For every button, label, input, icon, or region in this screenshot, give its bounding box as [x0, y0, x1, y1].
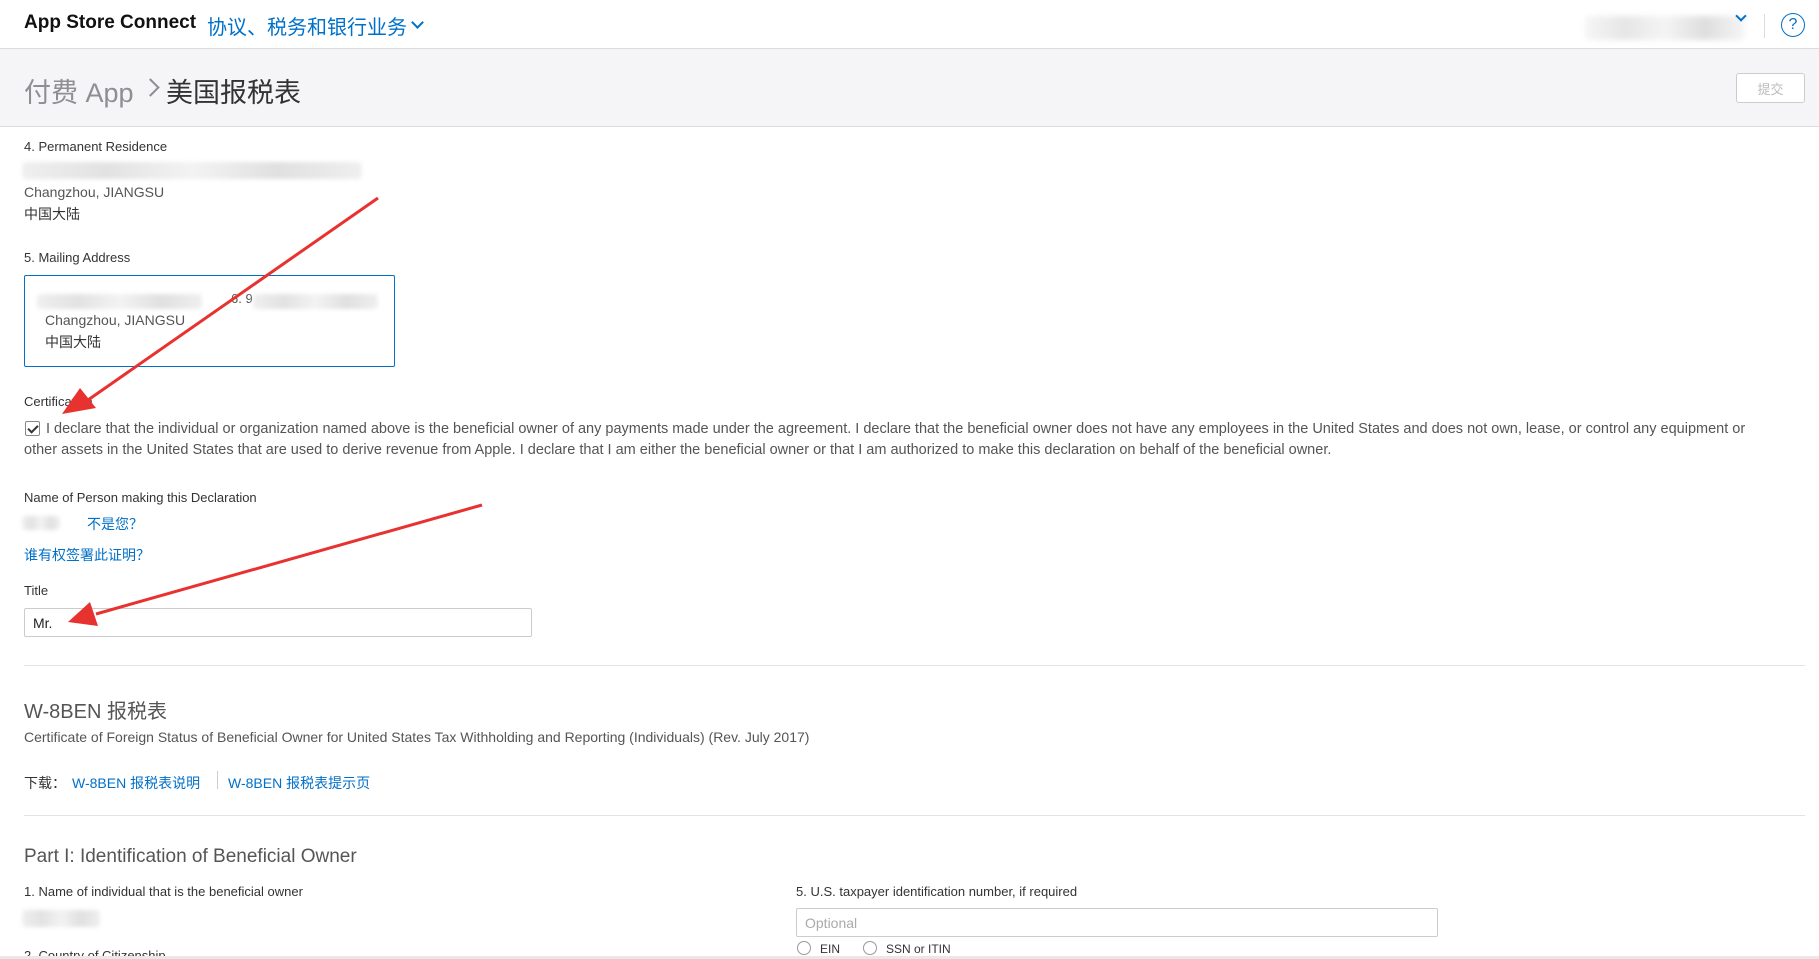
user-account-name-redacted[interactable] [1585, 16, 1745, 40]
mailing-address-box[interactable]: 6. 9 Changzhou, JIANGSU 中国大陆 [24, 275, 395, 367]
chevron-right-icon [141, 78, 160, 97]
section-divider-2 [24, 815, 1805, 816]
topbar-divider [1764, 14, 1765, 38]
who-can-sign-link[interactable]: 谁有权签署此证明？ [24, 545, 150, 565]
not-you-link[interactable]: 不是您？ [87, 514, 143, 534]
part1-heading: Part I: Identification of Beneficial Own… [24, 846, 357, 867]
mailing-address-label: 5. Mailing Address [24, 250, 131, 265]
page-header: 付费 App 美国报税表 提交 [0, 49, 1819, 127]
w8ben-heading: W-8BEN 报税表 [24, 701, 167, 723]
mailing-address-street-redacted [37, 294, 202, 309]
ssn-itin-radio-label: SSN or ITIN [886, 942, 951, 956]
breadcrumb-paid-apps[interactable]: 付费 App [24, 71, 134, 110]
certification-label: Certification [24, 394, 93, 409]
mailing-address-city: Changzhou, JIANGSU [45, 312, 186, 328]
mailing-address-street-redacted-2 [253, 294, 378, 309]
ssn-itin-radio[interactable] [863, 941, 877, 955]
beneficial-owner-name-label: 1. Name of individual that is the benefi… [24, 884, 303, 899]
mailing-address-country: 中国大陆 [45, 334, 101, 350]
permanent-residence-label: 4. Permanent Residence [24, 139, 168, 154]
link-separator [217, 771, 218, 789]
mailing-address-fragment: 6. 9 [231, 291, 253, 306]
permanent-residence-city: Changzhou, JIANGSU [24, 184, 165, 200]
w8ben-tips-link[interactable]: W-8BEN 报税表提示页 [228, 773, 370, 793]
section-menu-button[interactable]: 协议、税务和银行业务 [207, 11, 424, 40]
declarant-name-redacted [22, 516, 60, 530]
permanent-residence-street-redacted [22, 162, 362, 179]
ein-radio[interactable] [797, 941, 811, 955]
help-icon[interactable]: ? [1781, 13, 1805, 37]
title-field-label: Title [24, 583, 49, 598]
top-navigation-bar: App Store Connect 协议、税务和银行业务 ? [0, 0, 1819, 49]
ein-radio-label: EIN [820, 942, 841, 956]
beneficial-owner-name-redacted [22, 910, 100, 927]
declaration-name-label: Name of Person making this Declaration [24, 490, 257, 505]
w8ben-subtitle: Certificate of Foreign Status of Benefic… [24, 729, 810, 745]
us-tin-input[interactable] [796, 908, 1438, 937]
certification-text: I declare that the individual or organiz… [24, 421, 1746, 458]
submit-button[interactable]: 提交 [1736, 73, 1805, 103]
page-title: 美国报税表 [166, 78, 301, 108]
permanent-residence-country: 中国大陆 [24, 206, 80, 222]
download-label: 下载： [24, 775, 66, 791]
section-menu-label: 协议、税务和银行业务 [207, 17, 407, 39]
chevron-down-icon [411, 16, 424, 29]
w8ben-instructions-link[interactable]: W-8BEN 报税表说明 [72, 773, 200, 793]
section-divider [24, 665, 1805, 666]
app-store-connect-logo[interactable]: App Store Connect [24, 12, 196, 34]
title-input[interactable] [24, 608, 532, 637]
us-tin-label: 5. U.S. taxpayer identification number, … [796, 884, 1078, 899]
